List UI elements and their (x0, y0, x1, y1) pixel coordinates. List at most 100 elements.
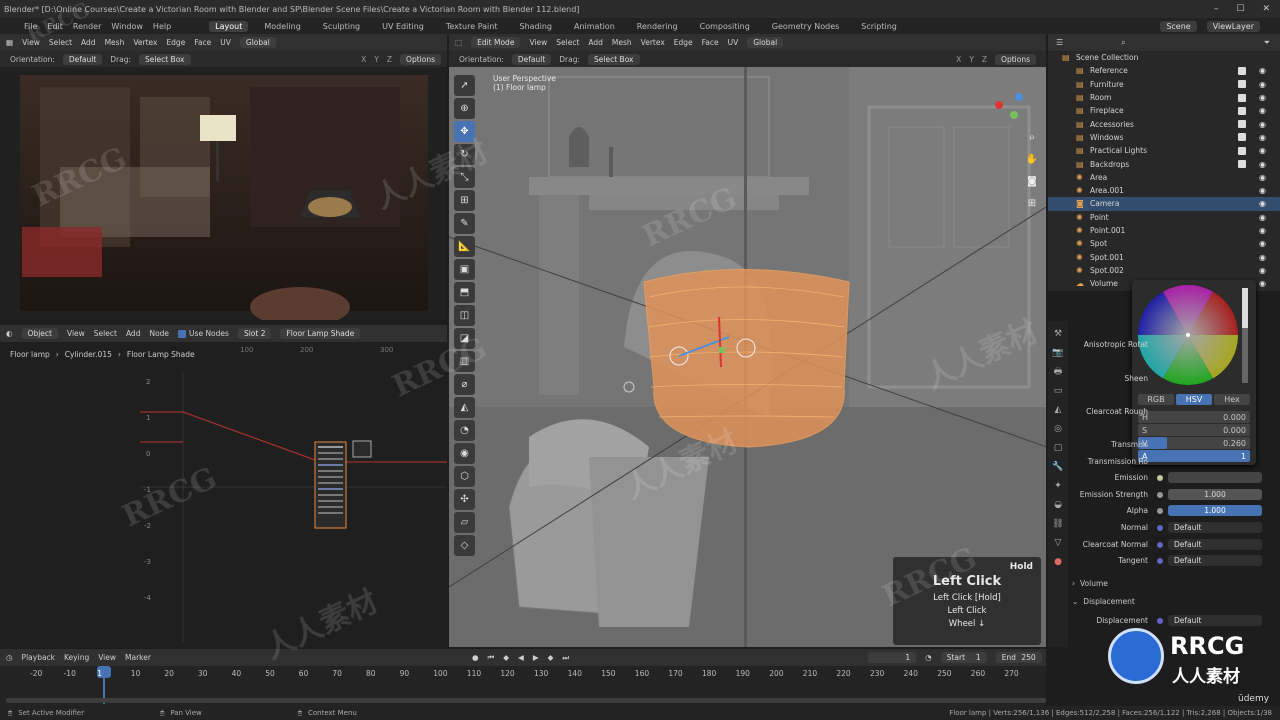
shader-type-dropdown[interactable]: Object (21, 328, 58, 339)
add-cube-icon[interactable]: ▣ (454, 259, 475, 280)
clearcoat-normal-value[interactable]: Default (1168, 539, 1262, 550)
slot-dropdown[interactable]: Slot 2 (237, 328, 272, 339)
extrude-icon[interactable]: ⬒ (454, 282, 475, 303)
exclude-checkbox[interactable] (1238, 80, 1246, 89)
outliner-row[interactable]: ✺ Point.001 ◉ (1048, 224, 1280, 237)
tab-animation[interactable]: Animation (568, 21, 621, 32)
drag-dropdown[interactable]: Select Box (588, 53, 640, 65)
output-tab-icon[interactable]: 🖶 (1048, 363, 1068, 382)
menu-node[interactable]: Node (149, 329, 169, 338)
transform-orientation[interactable]: Global (747, 37, 784, 48)
outliner-type-icon[interactable]: ☰ (1056, 38, 1063, 47)
outliner-row[interactable]: ▤ Backdrops ◉ (1048, 157, 1280, 170)
menu-render[interactable]: Render (73, 22, 101, 31)
record-icon[interactable]: ● (472, 653, 479, 662)
shear-icon[interactable]: ▱ (454, 512, 475, 533)
rip-icon[interactable]: ◇ (454, 535, 475, 556)
options-dropdown[interactable]: Options (400, 53, 441, 65)
play-reverse-icon[interactable]: ◀ (518, 653, 524, 662)
eye-icon[interactable]: ◉ (1259, 66, 1266, 75)
menu-window[interactable]: Window (111, 22, 143, 31)
prop-transmission[interactable]: Transmiss (1072, 438, 1262, 451)
eye-icon[interactable]: ◉ (1259, 226, 1266, 235)
exclude-checkbox[interactable] (1238, 133, 1246, 142)
menu-playback[interactable]: Playback (22, 653, 55, 662)
jump-start-icon[interactable]: ⏮ (488, 653, 495, 663)
start-frame-field[interactable]: Start 1 (940, 652, 987, 663)
loop-cut-icon[interactable]: ▥ (454, 351, 475, 372)
menu-face[interactable]: Face (702, 38, 719, 47)
editor-type-icon[interactable]: ◷ (6, 653, 13, 662)
menu-view[interactable]: View (22, 38, 40, 47)
image-editor[interactable] (0, 67, 447, 327)
tangent-value[interactable]: Default (1168, 555, 1262, 566)
menu-add[interactable]: Add (588, 38, 603, 47)
menu-edge[interactable]: Edge (674, 38, 693, 47)
outliner-row[interactable]: ✺ Area ◉ (1048, 171, 1280, 184)
search-icon[interactable]: ⌕ (1121, 38, 1125, 48)
axis-x[interactable]: X (956, 55, 961, 64)
options-dropdown[interactable]: Options (995, 53, 1036, 65)
use-nodes-checkbox[interactable]: Use Nodes (178, 329, 229, 338)
eye-icon[interactable]: ◉ (1259, 186, 1266, 195)
tab-hsv[interactable]: HSV (1176, 394, 1212, 405)
menu-view[interactable]: View (98, 653, 116, 662)
menu-edge[interactable]: Edge (166, 38, 185, 47)
tab-texture-paint[interactable]: Texture Paint (440, 21, 504, 32)
menu-file[interactable]: File (24, 22, 37, 31)
exclude-checkbox[interactable] (1238, 120, 1246, 129)
pan-hand-icon[interactable]: ✋ (1022, 149, 1042, 171)
menu-uv[interactable]: UV (220, 38, 231, 47)
annotate-icon[interactable]: ✎ (454, 213, 475, 234)
rotate-icon[interactable]: ↻ (454, 144, 475, 165)
3d-viewport[interactable]: User Perspective (1) Floor lamp ➚ ⊕ ✥ ↻ … (449, 67, 1046, 647)
menu-view[interactable]: View (529, 38, 547, 47)
material-tab-icon[interactable]: ● (1048, 553, 1068, 572)
menu-mesh[interactable]: Mesh (612, 38, 632, 47)
minimize-icon[interactable]: – (1214, 4, 1219, 14)
scene-collection-row[interactable]: ▤ Scene Collection (1048, 51, 1280, 64)
end-frame-field[interactable]: End 250 (995, 652, 1042, 663)
exclude-checkbox[interactable] (1238, 93, 1246, 102)
maximize-icon[interactable]: ☐ (1236, 4, 1244, 14)
outliner-row[interactable]: ▤ Furniture ◉ (1048, 78, 1280, 91)
eye-icon[interactable]: ◉ (1259, 146, 1266, 155)
menu-help[interactable]: Help (153, 22, 171, 31)
mode-dropdown[interactable]: Edit Mode (471, 37, 521, 48)
outliner-row[interactable]: ✺ Area.001 ◉ (1048, 184, 1280, 197)
current-frame-field[interactable]: 1 (868, 652, 917, 663)
eye-icon[interactable]: ◉ (1259, 120, 1266, 129)
material-selector[interactable]: Floor Lamp Shade (280, 328, 361, 339)
prop-displacement[interactable]: Displacement Default (1072, 614, 1262, 627)
particles-tab-icon[interactable]: ✦ (1048, 477, 1068, 496)
scene-selector[interactable]: Scene (1160, 20, 1197, 32)
eye-icon[interactable]: ◉ (1259, 160, 1266, 169)
normal-value[interactable]: Default (1168, 522, 1262, 533)
node-editor[interactable]: Floor lamp › Cylinder.015 › Floor Lamp S… (0, 342, 447, 647)
poly-build-icon[interactable]: ◭ (454, 397, 475, 418)
view-layer-selector[interactable]: ViewLayer (1206, 20, 1260, 32)
outliner-row[interactable]: ▤ Reference ◉ (1048, 64, 1280, 77)
outliner-row[interactable]: ▤ Fireplace ◉ (1048, 104, 1280, 117)
filter-icon[interactable]: ⏷ (1264, 38, 1270, 48)
menu-select[interactable]: Select (94, 329, 117, 338)
prop-tangent[interactable]: Tangent Default (1072, 554, 1262, 567)
eye-icon[interactable]: ◉ (1259, 239, 1266, 248)
menu-select[interactable]: Select (556, 38, 579, 47)
tab-modeling[interactable]: Modeling (258, 21, 306, 32)
jump-end-icon[interactable]: ⏭ (562, 653, 569, 663)
exclude-checkbox[interactable] (1238, 146, 1246, 155)
view-layer-tab-icon[interactable]: ▭ (1048, 382, 1068, 401)
prop-clearcoat-normal[interactable]: Clearcoat Normal Default (1072, 538, 1262, 551)
menu-marker[interactable]: Marker (125, 653, 151, 662)
menu-face[interactable]: Face (194, 38, 211, 47)
transform-icon[interactable]: ⊞ (454, 190, 475, 211)
prop-emission-strength[interactable]: Emission Strength 1.000 (1072, 488, 1262, 501)
tab-rendering[interactable]: Rendering (631, 21, 684, 32)
modifier-tab-icon[interactable]: 🔧 (1048, 458, 1068, 477)
menu-add[interactable]: Add (126, 329, 141, 338)
render-tab-icon[interactable]: 📷 (1048, 344, 1068, 363)
tab-compositing[interactable]: Compositing (694, 21, 756, 32)
prev-keyframe-icon[interactable]: ◆ (503, 653, 509, 662)
outliner-row[interactable]: ✺ Point ◉ (1048, 211, 1280, 224)
